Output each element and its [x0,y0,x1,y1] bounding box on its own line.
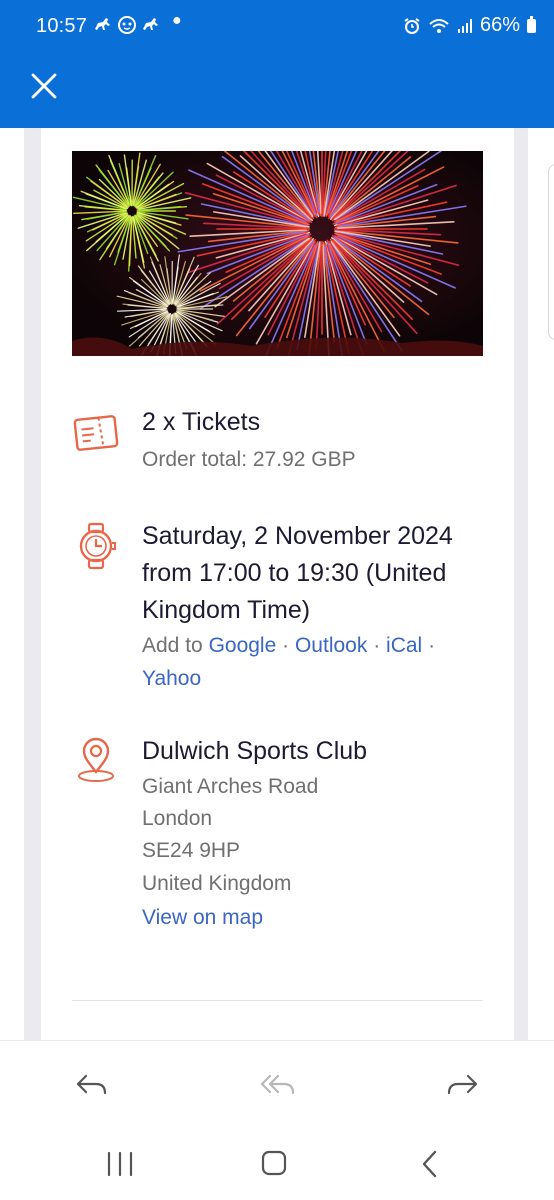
email-action-bar [0,1040,554,1128]
event-banner-image [72,151,483,356]
close-button[interactable] [24,66,64,106]
forward-icon [447,1074,478,1095]
view-on-map-link[interactable]: View on map [142,902,263,935]
separator: · [428,634,436,657]
order-total: Order total: 27.92 GBP [142,448,356,471]
signal-icon [457,18,472,33]
email-content[interactable]: 2 x Tickets Order total: 27.92 GBP Satur… [0,128,554,1040]
horse-rider-icon [95,18,110,30]
add-to-calendar: Add to Google · Outlook · iCal · Yahoo [142,630,482,695]
reply-all-icon [260,1074,295,1095]
back-icon [422,1150,437,1178]
back-button[interactable] [410,1146,450,1182]
content-gutter-right [514,128,528,1040]
venue-country: United Kingdom [142,872,292,895]
event-date-line-2: from 17:00 to 19:30 (United [142,559,447,587]
event-date-line-1: Saturday, 2 November 2024 [142,522,453,550]
forward-button[interactable] [442,1067,482,1103]
section-divider [72,1000,483,1001]
venue-postcode: SE24 9HP [142,839,241,862]
location-pin-icon [78,737,114,782]
more-notifications-dot: ● [172,12,182,29]
add-to-yahoo-link[interactable]: Yahoo [142,667,201,690]
content-gutter-left [24,128,41,1040]
status-time: 10:57 [36,15,88,37]
venue-address-line-1: Giant Arches Road [142,775,319,798]
venue-name: Dulwich Sports Club [142,737,368,765]
reply-button[interactable] [72,1067,112,1103]
wifi-icon [429,18,449,33]
add-to-ical-link[interactable]: iCal [386,634,422,657]
ticket-icon [73,415,119,451]
add-to-outlook-link[interactable]: Outlook [295,634,367,657]
home-button[interactable] [254,1146,294,1182]
clock-icon [79,522,116,570]
separator: · [373,634,381,657]
reply-all-button[interactable] [258,1067,298,1103]
system-navigation-bar [0,1128,554,1200]
add-to-label: Add to [142,634,203,657]
recent-apps-icon [107,1151,133,1177]
reply-icon [76,1074,107,1095]
home-icon [261,1150,287,1176]
app-bar [0,56,554,128]
battery-icon [527,15,536,33]
battery-percent: 66% [479,14,520,36]
separator: · [282,634,290,657]
horse-rider-icon [143,18,158,30]
status-bar: 10:57 ● 66% [0,0,554,56]
side-panel-edge [548,164,554,340]
close-icon [31,73,57,99]
venue-address-line-2: London [142,807,213,830]
event-date-line-3: Kingdom Time) [142,596,311,624]
add-to-google-link[interactable]: Google [209,634,277,657]
recent-apps-button[interactable] [100,1146,140,1182]
notification-icons [92,13,162,35]
ticket-quantity: 2 x Tickets [142,408,261,436]
alarm-icon [404,17,420,34]
cat-face-icon [118,16,136,34]
